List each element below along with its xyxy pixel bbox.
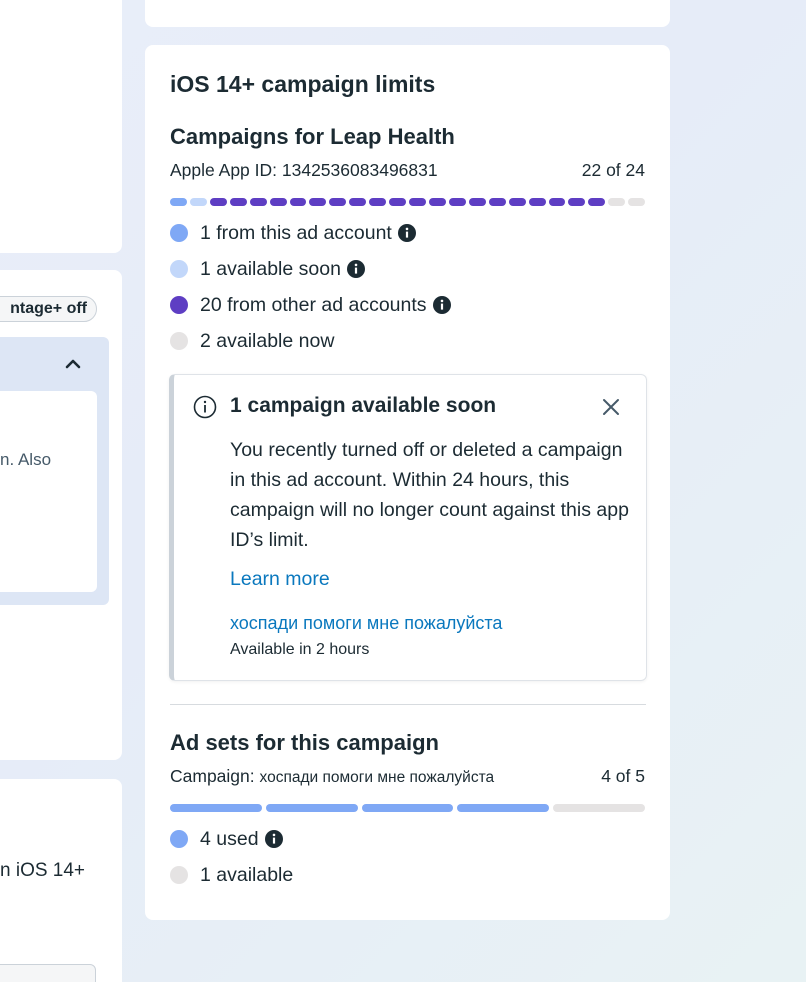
bar-segment bbox=[289, 198, 307, 206]
bar-segment bbox=[369, 198, 387, 206]
card-title: iOS 14+ campaign limits bbox=[170, 71, 436, 97]
close-icon[interactable] bbox=[601, 397, 621, 417]
bar-segment bbox=[528, 198, 546, 206]
bar-segment bbox=[170, 198, 187, 206]
campaigns-legend-item: 2 available now bbox=[170, 323, 451, 359]
bar-segment bbox=[588, 198, 606, 206]
bar-segment bbox=[265, 804, 358, 812]
bar-segment bbox=[170, 804, 262, 812]
bar-segment bbox=[448, 198, 466, 206]
ad-set-legend: 4 used 1 available bbox=[170, 821, 293, 893]
bar-segment bbox=[548, 198, 566, 206]
info-icon[interactable] bbox=[264, 830, 283, 848]
bar-segment bbox=[229, 198, 247, 206]
section-divider bbox=[170, 704, 646, 705]
campaigns-section-title: Campaigns for Leap Health bbox=[170, 124, 455, 149]
legend-dot bbox=[170, 830, 188, 848]
ad-sets-campaign: Campaign: хоспади помоги мне пожалуйста bbox=[170, 766, 494, 787]
bar-segment bbox=[608, 198, 626, 206]
campaign-label: Campaign: bbox=[170, 766, 255, 786]
left-ios-text: n iOS 14+ bbox=[0, 860, 86, 881]
campaigns-legend-item: 20 from other ad accounts bbox=[170, 287, 451, 323]
bar-segment bbox=[269, 198, 287, 206]
bar-segment bbox=[488, 198, 506, 206]
bar-segment bbox=[409, 198, 426, 206]
bar-segment bbox=[349, 198, 367, 206]
ad_sets-legend-item: 1 available bbox=[170, 857, 293, 893]
bar-segment bbox=[249, 198, 267, 206]
left-accordion-content bbox=[0, 391, 97, 592]
bar-segment bbox=[568, 198, 586, 206]
campaign-name: хоспади помоги мне пожалуйста bbox=[259, 769, 495, 786]
info-circle-icon bbox=[193, 395, 217, 419]
apple-app-id: Apple App ID: 1342536083496831 bbox=[170, 160, 438, 180]
previous-card bbox=[145, 0, 670, 27]
legend-dot bbox=[170, 296, 188, 314]
ios14-campaign-limits-card: iOS 14+ campaign limits Campaigns for Le… bbox=[145, 45, 670, 920]
legend-label: 2 available now bbox=[200, 329, 335, 352]
left-panel-top bbox=[0, 0, 122, 253]
legend-dot bbox=[170, 332, 188, 350]
bar-segment bbox=[468, 198, 486, 206]
notice-title: 1 campaign available soon bbox=[230, 394, 497, 417]
bar-segment bbox=[361, 804, 454, 812]
legend-label: 20 from other ad accounts bbox=[200, 293, 427, 316]
ad_sets-legend-item: 4 used bbox=[170, 821, 293, 857]
left-accordion-text: n. Also bbox=[0, 450, 52, 469]
info-icon[interactable] bbox=[397, 224, 416, 242]
bar-segment bbox=[428, 198, 446, 206]
notice-campaign-link[interactable]: хоспади помоги мне пожалуйста bbox=[230, 613, 502, 634]
campaign-legend: 1 from this ad account 1 available soon 20… bbox=[170, 215, 451, 359]
bar-segment bbox=[508, 198, 526, 206]
learn-more-link[interactable]: Learn more bbox=[230, 568, 330, 591]
legend-dot bbox=[170, 260, 188, 278]
campaigns-legend-item: 1 from this ad account bbox=[170, 215, 451, 251]
bar-segment bbox=[309, 198, 327, 206]
chevron-up-icon[interactable] bbox=[64, 355, 82, 373]
bar-segment bbox=[209, 198, 227, 206]
campaigns-legend-item: 1 available soon bbox=[170, 251, 451, 287]
advantage-plus-toggle-pill[interactable]: ntage+ off bbox=[0, 296, 97, 322]
legend-dot bbox=[170, 866, 188, 884]
campaigns-count: 22 of 24 bbox=[581, 160, 645, 180]
left-bottom-input[interactable] bbox=[0, 964, 96, 982]
bar-segment bbox=[553, 804, 645, 812]
available-soon-notice: 1 campaign available soon You recently t… bbox=[169, 374, 647, 681]
info-icon[interactable] bbox=[432, 296, 451, 314]
notice-availability: Available in 2 hours bbox=[230, 641, 370, 658]
campaign-usage-bar bbox=[170, 198, 646, 206]
info-icon[interactable] bbox=[346, 260, 365, 278]
notice-body: You recently turned off or deleted a cam… bbox=[230, 439, 629, 551]
legend-label: 1 from this ad account bbox=[200, 221, 392, 244]
legend-label: 1 available soon bbox=[200, 257, 341, 280]
legend-dot bbox=[170, 224, 188, 242]
bar-segment bbox=[329, 198, 347, 206]
bar-segment bbox=[389, 198, 407, 206]
bar-segment bbox=[628, 198, 646, 206]
legend-label: 4 used bbox=[200, 827, 259, 850]
ad-sets-count: 4 of 5 bbox=[601, 766, 645, 786]
ad-sets-section-title: Ad sets for this campaign bbox=[170, 730, 439, 755]
bar-segment bbox=[189, 198, 207, 206]
bar-segment bbox=[457, 804, 550, 812]
legend-label: 1 available bbox=[200, 863, 294, 886]
ad-set-usage-bar bbox=[170, 804, 645, 812]
